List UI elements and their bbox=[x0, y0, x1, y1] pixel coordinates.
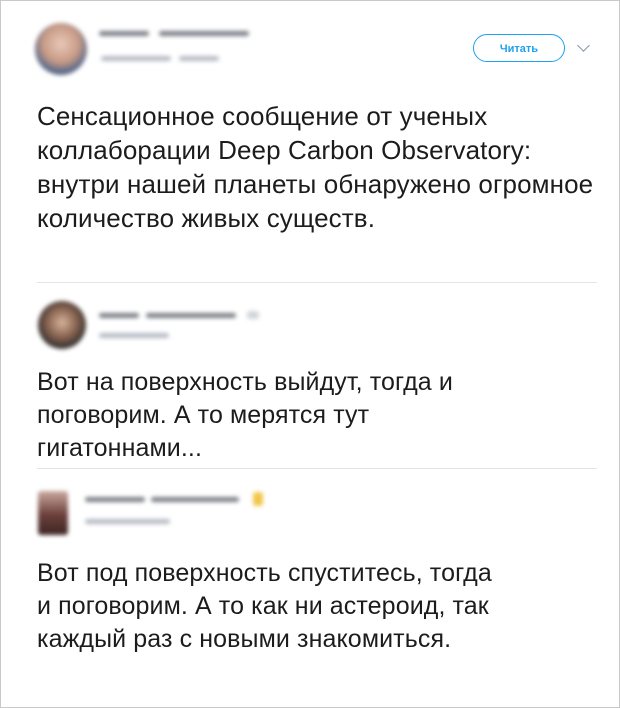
chevron-down-icon[interactable] bbox=[577, 39, 590, 52]
tweet-text: Вот под поверхность спуститесь, тогда и … bbox=[37, 559, 492, 653]
tweet-text: Сенсационное сообщение от ученых коллабо… bbox=[37, 101, 594, 233]
verified-badge-icon bbox=[253, 492, 263, 506]
follow-button[interactable]: Читать bbox=[473, 34, 565, 62]
divider bbox=[37, 468, 597, 469]
tweet-text: Вот на поверхность выйдут, тогда и погов… bbox=[37, 368, 453, 462]
divider bbox=[37, 282, 597, 283]
avatar[interactable] bbox=[38, 301, 86, 349]
tweet-thread-card: Читать Сенсационное сообщение от ученых … bbox=[0, 0, 620, 708]
avatar[interactable] bbox=[35, 23, 87, 75]
avatar[interactable] bbox=[38, 491, 68, 535]
